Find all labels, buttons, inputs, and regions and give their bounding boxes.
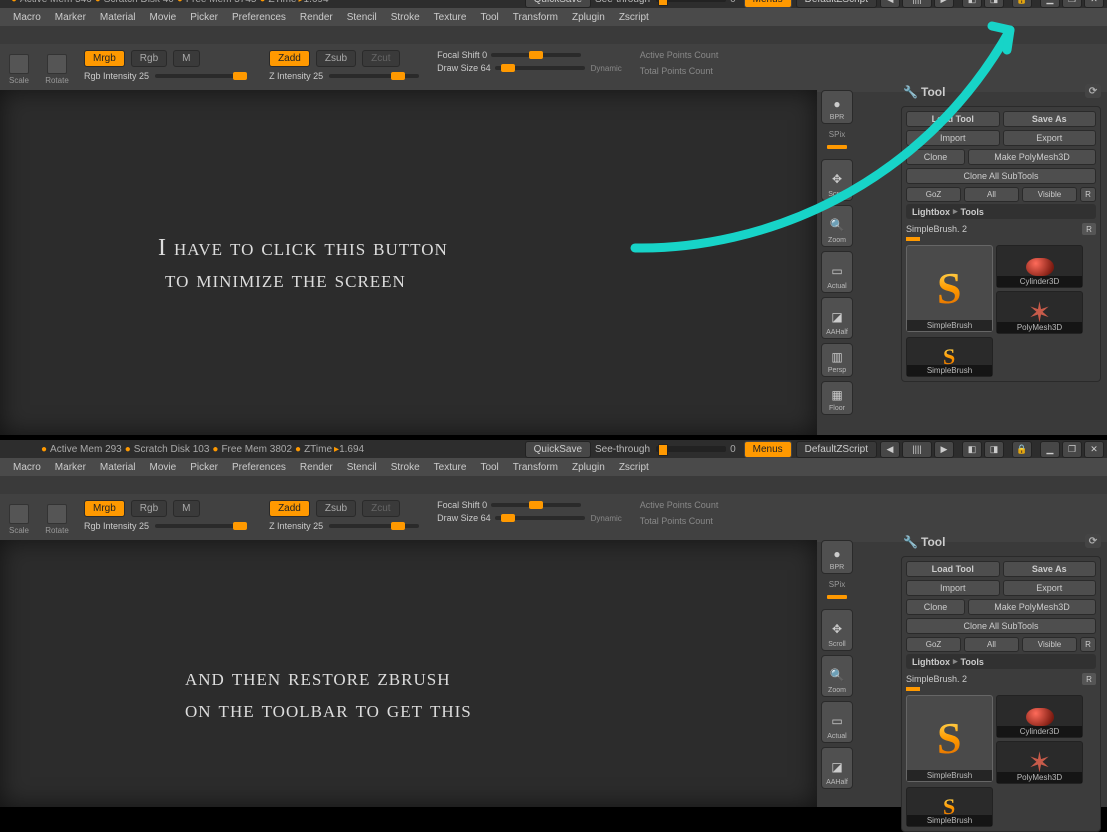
thumb-simplebrush-2[interactable]: SSimpleBrush — [906, 337, 993, 377]
thumb-cylinder3d[interactable]: Cylinder3D — [996, 245, 1083, 288]
wrench-icon: 🔧 — [903, 85, 915, 97]
tool-r-tag[interactable]: R — [1082, 223, 1096, 235]
status-bar-2: ● Active Mem 293 ● Scratch Disk 103 ● Fr… — [0, 440, 1107, 458]
restore-button[interactable]: ❐ — [1062, 0, 1082, 8]
status-active-mem: Active Mem — [20, 0, 72, 5]
dock-left-icon-2[interactable]: ◧ — [962, 441, 982, 458]
menus-toggle[interactable]: Menus — [744, 0, 792, 8]
thumb-simplebrush[interactable]: SSimpleBrush — [906, 245, 993, 332]
bpr-button[interactable]: ●BPR — [821, 90, 853, 124]
zoom-button[interactable]: 🔍Zoom — [821, 205, 853, 247]
menu-zplugin[interactable]: Zplugin — [572, 12, 605, 23]
floor-button[interactable]: ▦Floor — [821, 381, 853, 415]
rgb-toggle[interactable]: Rgb — [131, 50, 167, 67]
status-bar: ● Active Mem 546 ● Scratch Disk 40 ● Fre… — [0, 0, 1107, 8]
menu-movie[interactable]: Movie — [150, 12, 177, 23]
minimize-button[interactable]: ▁ — [1040, 0, 1060, 8]
menus-toggle-2[interactable]: Menus — [744, 441, 792, 458]
menu-zscript[interactable]: Zscript — [619, 12, 649, 23]
focal-shift-slider[interactable] — [491, 53, 581, 57]
restore-button-2[interactable]: ❐ — [1062, 441, 1082, 458]
menu-render[interactable]: Render — [300, 12, 333, 23]
make-polymesh3d-button[interactable]: Make PolyMesh3D — [968, 149, 1096, 165]
quicksave-button[interactable]: QuickSave — [525, 0, 591, 8]
tool-panel-title: Tool — [921, 85, 945, 99]
menu-stencil[interactable]: Stencil — [347, 12, 377, 23]
menu-bar-2: Macro Marker Material Movie Picker Prefe… — [0, 458, 1107, 476]
active-points-label: Active Points Count — [640, 50, 719, 60]
lock-icon[interactable]: 🔒 — [1012, 0, 1032, 8]
dock-left-icon[interactable]: ◧ — [962, 0, 982, 8]
save-as-button[interactable]: Save As — [1003, 111, 1097, 127]
zbrush-window-before: ● Active Mem 546 ● Scratch Disk 40 ● Fre… — [0, 0, 1107, 435]
annotation-text-bottom: and then restore zbrush on the toolbar t… — [185, 662, 472, 727]
zbrush-window-after: ● Active Mem 293 ● Scratch Disk 103 ● Fr… — [0, 440, 1107, 807]
actual-button[interactable]: ▭Actual — [821, 251, 853, 293]
right-shelf: ●BPR SPix ✥Scroll 🔍Zoom ▭Actual ◪AAHalf … — [820, 90, 854, 419]
defaultzscript-button[interactable]: DefaultZScript — [796, 0, 877, 8]
zcut-toggle[interactable]: Zcut — [362, 50, 399, 67]
see-through-slider-2[interactable] — [656, 446, 726, 452]
spix-slider[interactable] — [827, 145, 847, 149]
clone-button[interactable]: Clone — [906, 149, 965, 165]
menu-bar: Macro Marker Material Movie Picker Prefe… — [0, 8, 1107, 26]
zadd-toggle[interactable]: Zadd — [269, 50, 310, 67]
menu-picker[interactable]: Picker — [190, 12, 218, 23]
tool-reset-icon[interactable]: ⟳ — [1085, 84, 1101, 98]
menu-preferences[interactable]: Preferences — [232, 12, 286, 23]
layout-hash-icon-2[interactable]: |||| — [902, 441, 932, 458]
prev-layout-icon-2[interactable]: ◀ — [880, 441, 900, 458]
minimize-button-2[interactable]: ▁ — [1040, 441, 1060, 458]
next-layout-icon[interactable]: ▶ — [934, 0, 954, 8]
menu-texture[interactable]: Texture — [434, 12, 467, 23]
load-tool-button[interactable]: Load Tool — [906, 111, 1000, 127]
mrgb-toggle[interactable]: Mrgb — [84, 50, 125, 67]
menu-material[interactable]: Material — [100, 12, 136, 23]
menu-stroke[interactable]: Stroke — [391, 12, 420, 23]
spix-label: SPix — [829, 130, 845, 139]
goz-all-button[interactable]: All — [964, 187, 1019, 202]
quicksave-button-2[interactable]: QuickSave — [525, 441, 591, 458]
lightbox-tools-button[interactable]: Lightbox▸Tools — [906, 204, 1096, 219]
menu-macro[interactable]: Macro — [13, 12, 41, 23]
thumb-polymesh3d[interactable]: ✶PolyMesh3D — [996, 291, 1083, 334]
dock-right-icon-2[interactable]: ◨ — [984, 441, 1004, 458]
clone-subtools-button[interactable]: Clone All SubTools — [906, 168, 1096, 184]
scroll-button[interactable]: ✥Scroll — [821, 159, 853, 201]
defaultzscript-button-2[interactable]: DefaultZScript — [796, 441, 877, 458]
menu-transform[interactable]: Transform — [513, 12, 558, 23]
see-through-slider[interactable] — [656, 0, 726, 2]
menu-tool[interactable]: Tool — [480, 12, 498, 23]
tool-color-swatch — [906, 237, 920, 241]
next-layout-icon-2[interactable]: ▶ — [934, 441, 954, 458]
dock-right-icon[interactable]: ◨ — [984, 0, 1004, 8]
goz-visible-button[interactable]: Visible — [1022, 187, 1077, 202]
current-tool-name: SimpleBrush. 2 — [906, 224, 967, 234]
menu-marker[interactable]: Marker — [55, 12, 86, 23]
layout-hash-icon[interactable]: |||| — [902, 0, 932, 8]
lock-icon-2[interactable]: 🔒 — [1012, 441, 1032, 458]
export-button[interactable]: Export — [1003, 130, 1097, 146]
aahalf-button[interactable]: ◪AAHalf — [821, 297, 853, 339]
goz-r-button[interactable]: R — [1080, 187, 1096, 202]
prev-layout-icon[interactable]: ◀ — [880, 0, 900, 8]
import-button[interactable]: Import — [906, 130, 1000, 146]
tool-panel-2: 🔧 Tool ⟳ Load ToolSave As ImportExport C… — [901, 532, 1101, 832]
tool-panel: 🔧 Tool ⟳ Load Tool Save As Import Export… — [901, 82, 1101, 382]
annotation-text-top: I have to click this button to minimize … — [158, 232, 448, 297]
zsub-toggle[interactable]: Zsub — [316, 50, 356, 67]
close-button[interactable]: ✕ — [1084, 0, 1104, 8]
goz-button[interactable]: GoZ — [906, 187, 961, 202]
persp-button[interactable]: ▥Persp — [821, 343, 853, 377]
wrench-icon-2: 🔧 — [903, 535, 915, 547]
close-button-2[interactable]: ✕ — [1084, 441, 1104, 458]
m-toggle[interactable]: M — [173, 50, 199, 67]
